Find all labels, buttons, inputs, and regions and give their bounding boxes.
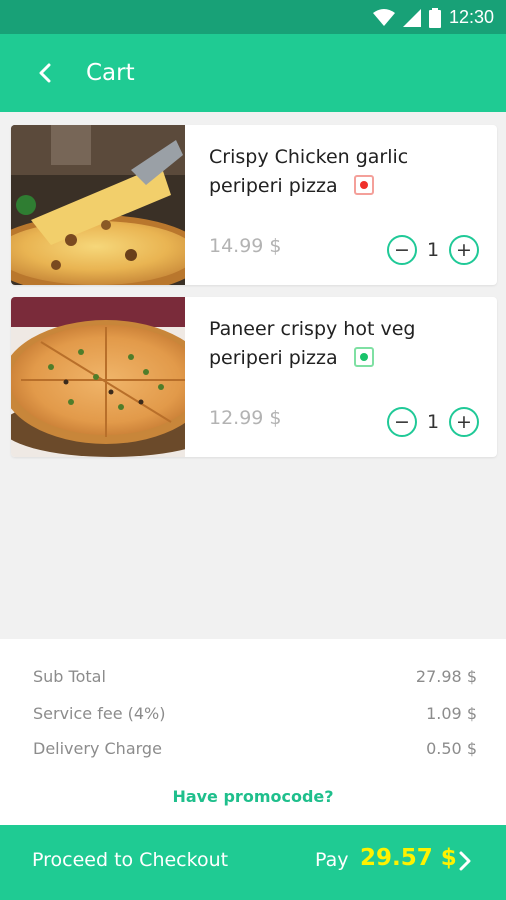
status-time: 12:30 [448,7,494,27]
pizza-image [11,125,185,285]
item-name-text: Paneer crispy hot veg periperi pizza [209,318,416,369]
item-name: Paneer crispy hot veg periperi pizza [209,315,479,373]
decrease-button[interactable]: − [387,235,417,265]
subtotal-row: Sub Total 27.98 $ [33,667,477,686]
service-fee-row: Service fee (4%) 1.09 $ [33,704,477,723]
status-icons: 12:30 [372,7,494,28]
item-name-text: Crispy Chicken garlic periperi pizza [209,146,409,197]
cart-item: Paneer crispy hot veg periperi pizza 12.… [11,297,497,457]
back-button[interactable] [28,56,62,90]
wifi-icon [372,8,395,26]
decrease-button[interactable]: − [387,407,417,437]
chevron-right-icon [459,851,471,871]
status-bar: 12:30 [0,0,506,34]
app-bar: Cart [0,34,506,112]
increase-button[interactable]: + [449,235,479,265]
quantity-value: 1 [426,411,440,433]
item-price: 12.99 $ [209,407,282,429]
veg-icon [353,346,374,367]
chevron-left-icon [39,63,51,83]
service-fee-label: Service fee (4%) [33,704,166,723]
subtotal-label: Sub Total [33,667,106,686]
item-name: Crispy Chicken garlic periperi pizza [209,143,479,201]
battery-icon [428,7,441,28]
cart-item: Crispy Chicken garlic periperi pizza 14.… [11,125,497,285]
page-title: Cart [86,60,135,86]
non-veg-icon [353,174,374,195]
delivery-charge-label: Delivery Charge [33,739,162,758]
item-price: 14.99 $ [209,235,282,257]
delivery-charge-row: Delivery Charge 0.50 $ [33,739,477,758]
promocode-link[interactable]: Have promocode? [0,787,506,806]
quantity-stepper: − 1 + [387,407,479,437]
checkout-label: Proceed to Checkout [32,849,229,871]
pay-amount: 29.57 $ [360,845,457,871]
quantity-value: 1 [426,239,440,261]
signal-icon [402,8,421,27]
subtotal-value: 27.98 $ [415,667,477,686]
checkout-button[interactable]: Proceed to Checkout Pay 29.57 $ [0,825,506,900]
pay-label: Pay [315,849,349,871]
delivery-charge-value: 0.50 $ [426,739,477,758]
order-summary: Sub Total 27.98 $ Service fee (4%) 1.09 … [0,639,506,825]
increase-button[interactable]: + [449,407,479,437]
quantity-stepper: − 1 + [387,235,479,265]
pizza-image [11,297,185,457]
service-fee-value: 1.09 $ [426,704,477,723]
